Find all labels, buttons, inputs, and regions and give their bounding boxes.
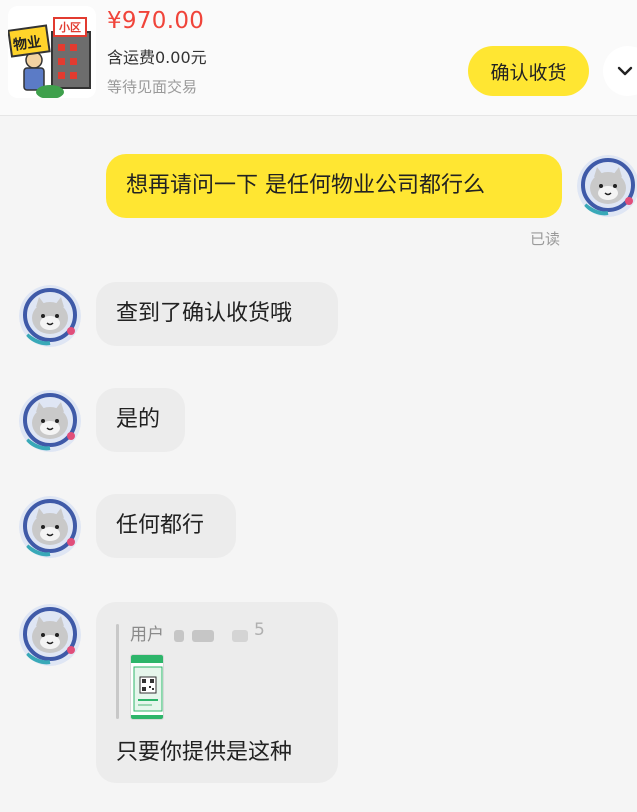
read-receipt: 已读 <box>530 230 561 248</box>
avatar-other[interactable] <box>19 604 81 666</box>
avatar-other[interactable] <box>19 285 81 347</box>
redacted-username <box>232 630 248 642</box>
confirm-receipt-button[interactable]: 确认收货 <box>468 46 589 96</box>
message-text: 是的 <box>116 407 161 432</box>
quote-indicator-bar <box>116 624 119 719</box>
avatar-self[interactable] <box>577 155 637 217</box>
thumb-sign-left: 物业 <box>12 34 43 54</box>
quoted-username-tail: 5 <box>254 620 265 640</box>
quoted-image-preview[interactable] <box>130 654 164 720</box>
message-text: 查到了确认收货哦 <box>116 301 293 326</box>
cat-astronaut-avatar-icon <box>19 604 81 666</box>
redacted-username <box>192 630 214 642</box>
redacted-username <box>174 630 184 642</box>
message-text: 想再请问一下 是任何物业公司都行么 <box>126 173 485 198</box>
trade-status-label: 等待见面交易 <box>107 78 198 96</box>
message-bubble-incoming[interactable]: 查到了确认收货哦 <box>96 282 338 346</box>
cat-astronaut-avatar-icon <box>19 390 81 452</box>
chat-screen: 物业 小区 ¥970.00 含运费0.00元 等待见面交易 确认收货 想再请问一… <box>0 0 637 812</box>
quoted-username: 用户 <box>130 625 164 645</box>
message-bubble-quoted[interactable]: 用户 5 只要你提供是这种 <box>96 602 338 783</box>
message-text: 任何都行 <box>116 513 205 538</box>
avatar-other[interactable] <box>19 496 81 558</box>
order-summary-bar: 物业 小区 ¥970.00 含运费0.00元 等待见面交易 确认收货 <box>0 0 637 116</box>
thumb-sign-right: 小区 <box>59 21 81 34</box>
price-label: ¥970.00 <box>107 8 205 34</box>
cat-astronaut-avatar-icon <box>19 496 81 558</box>
expand-order-button[interactable] <box>603 46 637 96</box>
product-thumbnail[interactable]: 物业 小区 <box>8 6 96 98</box>
chevron-down-icon <box>617 66 633 76</box>
message-bubble-incoming[interactable]: 任何都行 <box>96 494 236 558</box>
shipping-fee-label: 含运费0.00元 <box>107 48 207 67</box>
cat-astronaut-avatar-icon <box>577 155 637 217</box>
message-bubble-outgoing[interactable]: 想再请问一下 是任何物业公司都行么 <box>106 154 562 218</box>
qr-code-screenshot-icon <box>131 655 163 719</box>
avatar-other[interactable] <box>19 390 81 452</box>
cat-astronaut-avatar-icon <box>19 285 81 347</box>
message-text: 只要你提供是这种 <box>116 740 293 765</box>
message-bubble-incoming[interactable]: 是的 <box>96 388 185 452</box>
